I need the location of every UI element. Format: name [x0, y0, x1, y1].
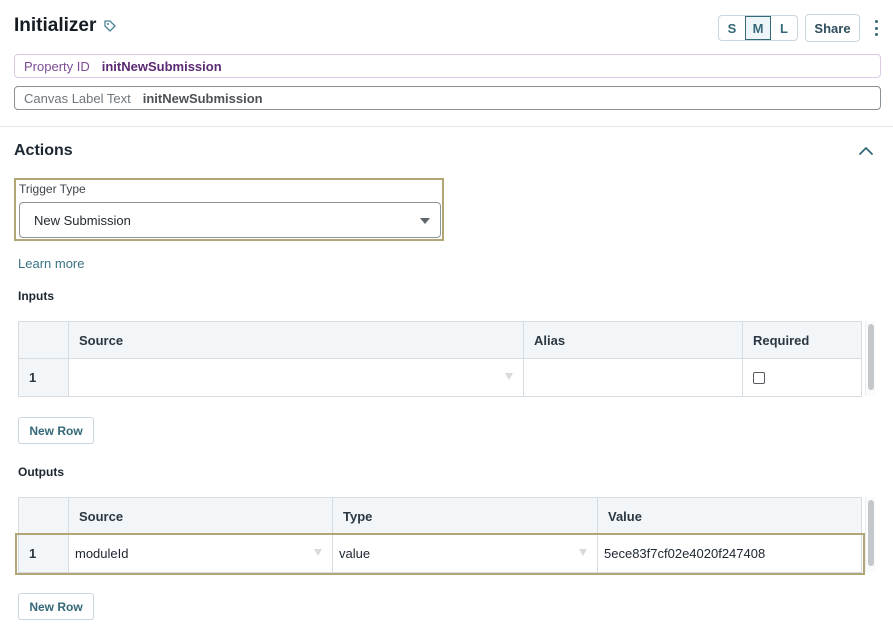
caret-down-icon [314, 549, 322, 556]
source-value: moduleId [75, 546, 129, 561]
trigger-type-label: Trigger Type [19, 182, 86, 196]
table-header-row: Source Type Value [19, 498, 861, 535]
tag-icon[interactable] [103, 19, 117, 33]
outputs-table: Source Type Value 1 moduleId value 5ece8… [18, 497, 862, 573]
caret-down-icon [505, 373, 513, 380]
size-s-button[interactable]: S [719, 16, 745, 40]
type-select[interactable]: value [333, 535, 598, 572]
property-id-field[interactable]: Property ID initNewSubmission [14, 54, 881, 78]
share-button[interactable]: Share [805, 14, 860, 42]
actions-title: Actions [14, 142, 73, 159]
caret-down-icon [420, 218, 430, 224]
required-cell [743, 359, 861, 396]
column-header-type[interactable]: Type [333, 498, 598, 534]
page-title: Initializer [14, 15, 97, 36]
row-index: 1 [19, 359, 69, 396]
source-select[interactable]: moduleId [69, 535, 333, 572]
required-checkbox[interactable] [753, 371, 765, 384]
size-m-button[interactable]: M [745, 16, 771, 40]
canvas-label-label: Canvas Label Text [24, 90, 131, 106]
index-header [19, 322, 69, 358]
table-header-row: Source Alias Required [19, 322, 861, 359]
header: Initializer S M L Share [14, 14, 881, 44]
inputs-scrollbar[interactable] [865, 321, 875, 396]
property-id-label: Property ID [24, 58, 90, 74]
alias-input[interactable] [524, 359, 743, 396]
learn-more-link[interactable]: Learn more [18, 256, 84, 271]
outputs-new-row-button[interactable]: New Row [18, 593, 94, 620]
size-toggle-group: S M L [718, 15, 798, 41]
inputs-table: Source Alias Required 1 [18, 321, 862, 397]
column-header-source[interactable]: Source [69, 498, 333, 534]
property-id-value: initNewSubmission [101, 58, 222, 74]
kebab-menu-icon[interactable] [873, 20, 879, 36]
value-input[interactable]: 5ece83f7cf02e4020f247408 [598, 535, 861, 572]
row-index: 1 [19, 535, 69, 572]
caret-down-icon [579, 549, 587, 556]
trigger-type-select[interactable]: New Submission [19, 202, 441, 238]
canvas-label-value: initNewSubmission [142, 90, 263, 106]
inputs-new-row-button[interactable]: New Row [18, 417, 94, 444]
index-header [19, 498, 69, 534]
table-row: 1 moduleId value 5ece83f7cf02e4020f24740… [19, 535, 861, 572]
canvas-label-field[interactable]: Canvas Label Text initNewSubmission [14, 86, 881, 110]
size-l-button[interactable]: L [771, 16, 797, 40]
inputs-title: Inputs [18, 289, 54, 303]
divider [0, 126, 893, 127]
column-header-value[interactable]: Value [598, 498, 861, 534]
type-value: value [339, 546, 371, 561]
scrollbar-thumb[interactable] [868, 324, 874, 390]
column-header-alias[interactable]: Alias [524, 322, 743, 358]
trigger-type-group: Trigger Type New Submission [14, 178, 444, 241]
column-header-source[interactable]: Source [69, 322, 524, 358]
table-row: 1 [19, 359, 861, 396]
chevron-up-icon[interactable] [857, 144, 875, 158]
source-select[interactable] [69, 359, 524, 396]
outputs-title: Outputs [18, 465, 64, 479]
outputs-scrollbar[interactable] [865, 497, 875, 572]
scrollbar-thumb[interactable] [868, 500, 874, 566]
column-header-required[interactable]: Required [743, 322, 861, 358]
trigger-type-value: New Submission [34, 212, 131, 228]
